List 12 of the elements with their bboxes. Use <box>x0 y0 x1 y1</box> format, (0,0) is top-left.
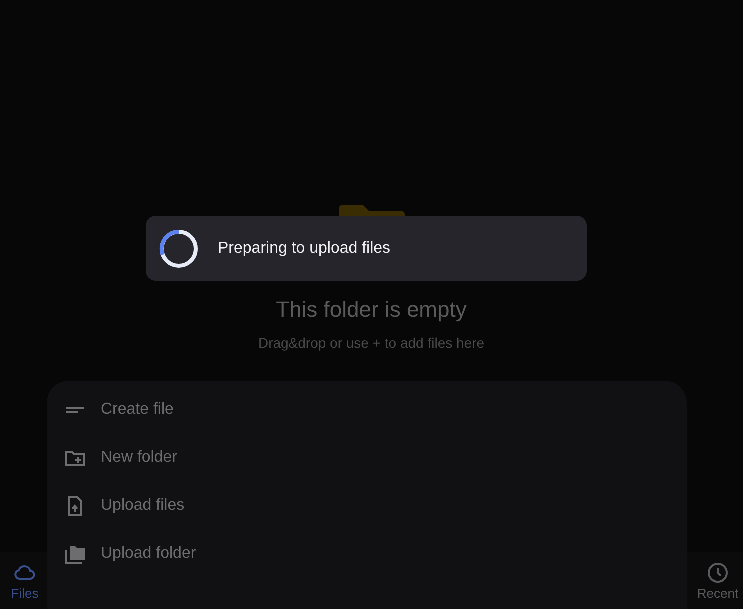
toast-message: Preparing to upload files <box>218 240 391 258</box>
clock-icon <box>706 560 730 584</box>
nav-tab[interactable]: Recent <box>693 552 743 609</box>
menu-item[interactable]: Upload folder <box>47 530 687 578</box>
menu-item[interactable]: Create file <box>47 386 687 434</box>
nav-tab[interactable]: Files <box>0 552 50 609</box>
empty-hint: Drag&drop or use + to add files here <box>258 335 485 351</box>
menu-item[interactable]: New folder <box>47 434 687 482</box>
loading-spinner <box>158 228 200 270</box>
lines-icon <box>66 407 84 413</box>
menu-item[interactable]: Upload files <box>47 482 687 530</box>
empty-title: This folder is empty <box>276 297 467 323</box>
